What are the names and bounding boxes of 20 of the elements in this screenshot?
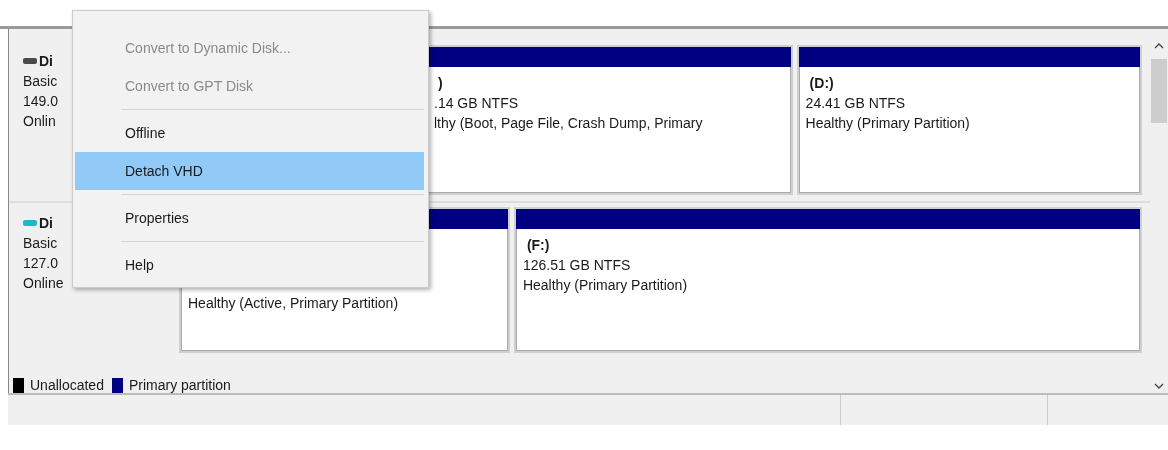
disk-type: Basic: [23, 72, 58, 91]
partition-size: .14 GB NTFS: [434, 94, 519, 113]
partition-size: 24.41 GB NTFS: [805, 94, 906, 113]
partition-status: lthy (Boot, Page File, Crash Dump, Primary: [434, 114, 703, 133]
partition-label: ): [437, 74, 443, 93]
disk-status: Online: [23, 273, 64, 293]
partition-label: (D:): [808, 74, 834, 93]
partition-status: Healthy (Active, Primary Partition): [188, 293, 399, 313]
legend-label: Unallocated: [30, 377, 104, 393]
disk-size: 149.0: [23, 92, 59, 111]
partition-status: Healthy (Primary Partition): [805, 114, 970, 133]
disk-type: Basic: [23, 233, 58, 253]
disk-size: 127.0: [23, 253, 59, 273]
disk-name: Di: [39, 213, 53, 233]
partition-status: Healthy (Primary Partition): [522, 275, 688, 295]
disk-name: Di: [39, 52, 53, 71]
partition-label: (F:): [525, 235, 550, 255]
disk-status: Onlin: [23, 112, 56, 131]
partition-size: 126.51 GB NTFS: [522, 255, 631, 275]
legend-label: Primary partition: [128, 377, 231, 393]
